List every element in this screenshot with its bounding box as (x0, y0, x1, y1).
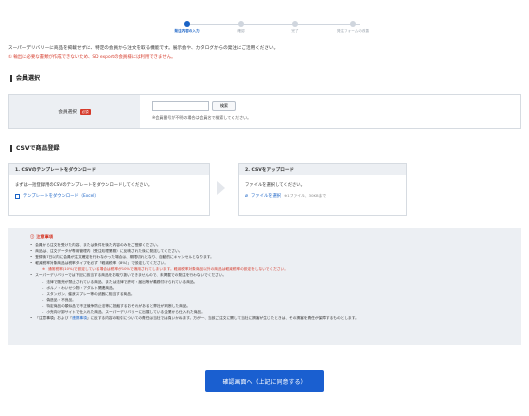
step-label: 発注内容の入力 (174, 29, 200, 33)
step-complete: 完了 (265, 20, 325, 34)
member-label-cell: 会員選択 必須 (9, 95, 140, 128)
member-search-button[interactable]: 検索 (212, 101, 236, 111)
notice-box: ⓘ 注意事項 会員から注文を受けた内容、または条件を後た内容のみをご登録ください… (8, 228, 521, 345)
member-section-heading: 会員選択 (10, 75, 40, 82)
member-note: ※会員番号が不明の場合は会員名で検索してください。 (152, 115, 252, 120)
member-select-box: 会員選択 必須 検索 ※会員番号が不明の場合は会員名で検索してください。 (8, 94, 521, 129)
csv-download-card: 1. CSVのテンプレートをダウンロード まずは一括登録用のCSVのテンプレート… (8, 163, 210, 216)
paperclip-icon: ⌀ (245, 193, 249, 199)
file-select-link[interactable]: ファイルを選択 (251, 193, 281, 199)
notice-title-text: 注意事項 (36, 234, 53, 239)
file-select-row: ⌀ ファイルを選択 ※1ファイル、30KBまで (245, 193, 400, 199)
card-body: まずは一括登録用のCSVのテンプレートをダウンロードしてください。 (15, 183, 153, 188)
step-label: 発注フォームの改善 (336, 29, 370, 33)
card-title: 1. CSVのテンプレートをダウンロード (9, 164, 209, 175)
template-download-label[interactable]: テンプレートをダウンロード（Excel） (23, 193, 99, 199)
member-label: 会員選択 (58, 109, 77, 115)
csv-upload-card: 2. CSVをアップロード ファイルを選択してください。 ⌀ ファイルを選択 ※… (238, 163, 407, 216)
confirm-button[interactable]: 確認画面へ（上記に同意する） (205, 370, 324, 392)
step-confirm: 確認 (211, 20, 271, 34)
template-download-link[interactable]: テンプレートをダウンロード（Excel） (15, 193, 203, 199)
notice-last-prefix: 「注意事項」および「 (35, 316, 73, 321)
step-dot (238, 21, 244, 27)
notice-list: 会員から注文を受けた内容、または条件を後た内容のみをご登録ください。 商品は、注… (30, 242, 499, 321)
step-label: 確認 (237, 29, 245, 33)
step-input: 発注内容の入力 (157, 20, 217, 34)
terms-link[interactable]: 連携事項 (72, 316, 87, 320)
info-icon: ⓘ (30, 234, 35, 239)
step-dot (350, 21, 356, 27)
spreadsheet-icon (15, 193, 20, 199)
required-badge: 必須 (79, 108, 91, 115)
notice-item-last: 「注意事項」および「連携事項」に反する内容の取引についての責任は当社では負いかね… (30, 315, 499, 321)
csv-section-heading: CSVで商品登録 (10, 145, 59, 152)
arrow-right-icon (217, 181, 225, 195)
notice-last-suffix: 」に反する内容の取引についての責任は当社では負いかねます。万が一、当該ご注文に関… (86, 316, 359, 321)
step-improve: 発注フォームの改善 (323, 20, 383, 34)
card-title: 2. CSVをアップロード (239, 164, 406, 175)
intro-text: スーパーデリバリーに商品を掲載せずに、特定の会員から注文を取る機能です。展示会や… (8, 46, 279, 51)
notice-title: ⓘ 注意事項 (30, 234, 499, 240)
member-search-input[interactable] (152, 101, 209, 111)
export-warning: ① 輸出に必要な書類が作成できないため、SD exportの会員様には利用できま… (8, 55, 176, 60)
file-size-limit: ※1ファイル、30KBまで (284, 193, 327, 198)
progress-stepper: 発注内容の入力 確認 完了 発注フォームの改善 (165, 20, 380, 40)
card-body: ファイルを選択してください。 (245, 183, 305, 188)
step-dot (292, 21, 298, 27)
step-label: 完了 (291, 29, 299, 33)
step-dot (184, 21, 190, 27)
